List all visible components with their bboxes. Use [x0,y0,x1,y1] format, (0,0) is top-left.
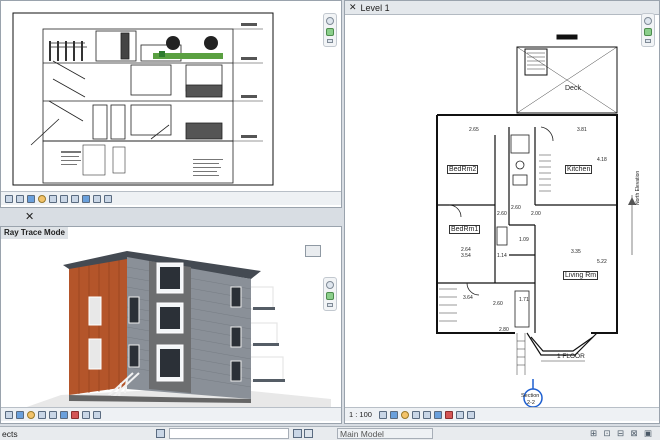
dim-label: 2.60 [511,205,521,211]
render-visual-style-icon[interactable] [16,410,24,419]
temporary-hide-icon[interactable] [82,194,90,203]
editable-only-icon[interactable] [293,429,302,438]
workset-field[interactable] [169,428,289,439]
select-links-icon[interactable] [156,429,165,438]
revit-workspace: ✕ Ray Trace Mode ✕ Level 1 Deck BedRm2 K… [0,0,660,440]
dim-label: 2.60 [493,301,503,307]
dim-label: 3.81 [577,127,587,133]
room-label-kitchen: Kitchen [565,165,593,174]
floor-tag: 1 FLOOR [557,353,585,360]
dim-label: 2.64 [461,247,471,253]
render-lock-icon[interactable] [82,410,90,419]
elevation-view-control-bar [1,191,341,205]
dim-label: 5.22 [597,259,607,265]
section-title: Section [521,393,540,399]
dim-label: 2.60 [497,211,507,217]
filter-icon[interactable] [304,429,313,438]
plan-sun-icon[interactable] [400,410,409,419]
scale-icon[interactable] [5,194,13,203]
floor-plan-view[interactable]: ✕ Level 1 Deck BedRm2 Kitchen BedRm1 Liv… [344,0,660,424]
shadows-icon[interactable] [49,194,57,203]
status-text: ects [2,428,18,439]
dim-label: 3.64 [463,295,473,301]
dim-label: 4.18 [597,157,607,163]
render-hide-icon[interactable] [60,410,68,419]
render-scale-icon[interactable] [5,410,13,419]
dim-label: 1.14 [497,253,507,259]
plan-visual-style-icon[interactable] [389,410,398,419]
north-elevation-label: North Elevation [635,170,641,205]
close-view-icon[interactable]: ✕ [25,210,34,223]
plan-reveal-icon[interactable] [444,410,453,419]
status-bar: ects Main Model ⊞ ⊡ ⊟ ⊠ ▣ [0,426,660,440]
dim-label: 3.54 [461,253,471,259]
plan-more-icon[interactable] [466,410,475,419]
reveal-hidden-icon[interactable] [93,194,101,203]
floor-plan-tab[interactable]: ✕ Level 1 [345,1,659,15]
render-shadows-icon[interactable] [38,410,46,419]
plan-scale-label[interactable]: 1 : 100 [349,410,372,419]
dim-label: 1.71 [519,297,529,303]
room-label-living: Living Rm [563,271,599,280]
building-render [21,251,331,409]
plan-lock-icon[interactable] [455,410,464,419]
plan-crop-icon[interactable] [422,410,431,419]
plan-view-title: Level 1 [360,2,390,13]
detail-level-icon[interactable] [16,194,24,203]
visual-style-icon[interactable] [27,194,35,203]
elevation-drawing [12,12,274,186]
render-more-icon[interactable] [93,410,101,419]
dim-label: 1.09 [519,237,529,243]
render-crop-icon[interactable] [49,410,57,419]
render-sun-icon[interactable] [27,410,35,419]
close-plan-icon[interactable]: ✕ [349,2,357,13]
room-label-bedrm2: BedRm2 [447,165,479,174]
elevation-view[interactable] [0,0,342,208]
dim-label: 3.35 [571,249,581,255]
room-label-deck: Deck [565,85,581,92]
plan-detail-icon[interactable] [378,410,387,419]
more-controls-icon[interactable] [104,194,112,203]
render-view-control-bar [1,407,341,421]
plan-hide-icon[interactable] [433,410,442,419]
section-number: 2-2 [527,400,535,406]
render-reveal-icon[interactable] [71,410,79,419]
plan-view-control-bar: 1 : 100 [345,407,659,421]
dim-label: 2.80 [499,327,509,333]
render-view[interactable]: Ray Trace Mode [0,226,342,424]
sun-path-icon[interactable] [38,194,46,203]
design-option-select[interactable]: Main Model [337,428,433,439]
crop-view-icon[interactable] [60,194,68,203]
dim-label: 2.65 [469,127,479,133]
dim-label: 2.00 [531,211,541,217]
selection-filters-icons[interactable]: ⊞ ⊡ ⊟ ⊠ ▣ [590,428,654,439]
show-crop-icon[interactable] [71,194,79,203]
room-label-bedrm1: BedRm1 [449,225,481,234]
plan-shadows-icon[interactable] [411,410,420,419]
